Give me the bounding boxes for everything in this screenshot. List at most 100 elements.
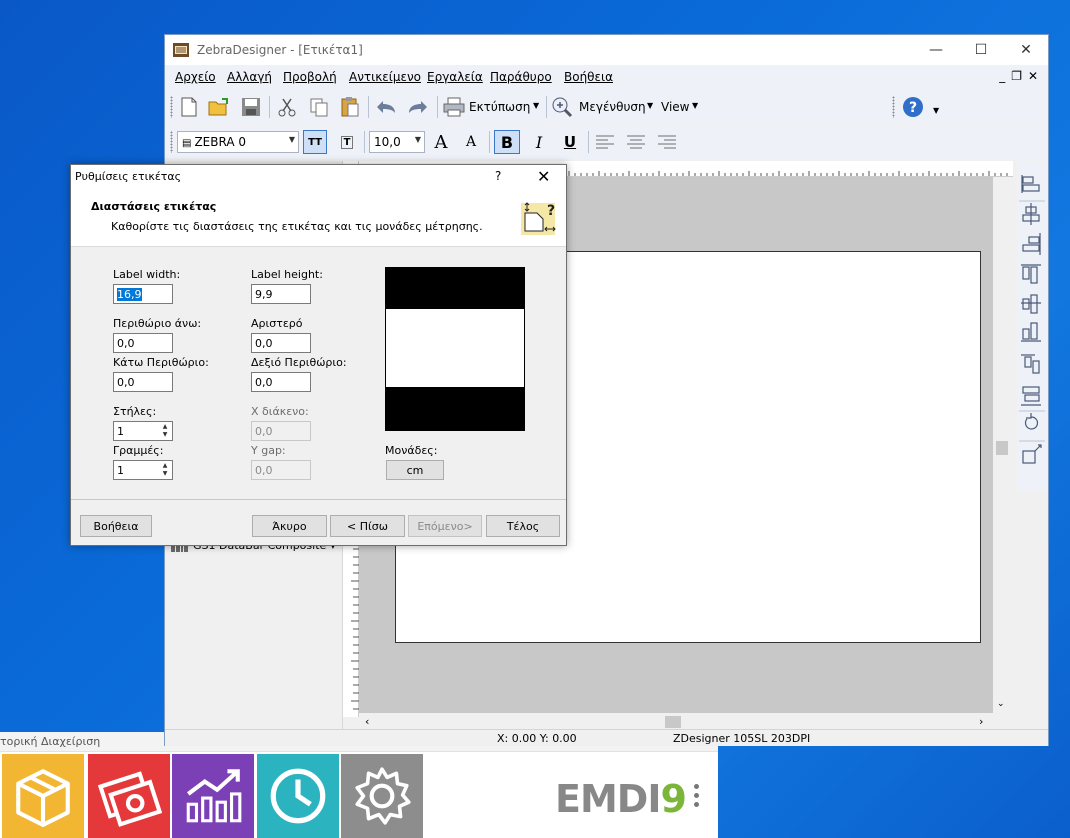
- brand-logo: EMDI9: [555, 777, 687, 821]
- help-icon[interactable]: ?: [901, 95, 925, 119]
- dialog-footer-separator: [71, 499, 566, 500]
- align-center-icon[interactable]: [624, 130, 648, 154]
- dialog-header: Διαστάσεις ετικέτας Καθορίστε τις διαστά…: [71, 189, 566, 247]
- minimize-button[interactable]: —: [913, 35, 959, 65]
- back-button[interactable]: < Πίσω: [330, 515, 405, 537]
- label-height-label: Label height:: [251, 268, 323, 281]
- scroll-down-icon[interactable]: ⌄: [997, 699, 1005, 709]
- cancel-button[interactable]: Άκυρο: [252, 515, 327, 537]
- help-button[interactable]: Βοήθεια: [80, 515, 152, 537]
- close-button[interactable]: ✕: [1003, 35, 1049, 65]
- label-preview-area: [386, 309, 524, 387]
- menu-view[interactable]: Προβολή: [283, 70, 337, 84]
- svg-text:?: ?: [909, 100, 917, 116]
- units-button[interactable]: cm: [386, 460, 444, 480]
- copy-icon[interactable]: [307, 95, 331, 119]
- right-margin-field[interactable]: 0,0: [251, 372, 311, 392]
- bar-chart-icon: [186, 769, 242, 823]
- y-gap-field: 0,0: [251, 460, 311, 480]
- finish-button[interactable]: Τέλος: [486, 515, 560, 537]
- print-icon[interactable]: [442, 95, 466, 119]
- menu-window[interactable]: Παράθυρο: [490, 70, 552, 84]
- open-icon[interactable]: [207, 95, 231, 119]
- align-toolbar: [1017, 161, 1047, 491]
- label-width-field[interactable]: 16,9: [113, 284, 173, 304]
- truetype-font-toggle[interactable]: T: [335, 130, 359, 154]
- cut-icon[interactable]: [275, 95, 299, 119]
- menu-edit[interactable]: Αλλαγή: [227, 70, 272, 84]
- bold-button[interactable]: B: [494, 130, 520, 154]
- menu-object[interactable]: Αντικείμενο: [349, 70, 421, 84]
- menu-tools[interactable]: Εργαλεία: [427, 70, 483, 84]
- chevron-down-icon: ▼: [288, 135, 295, 144]
- label-width-label: Label width:: [113, 268, 181, 281]
- bottom-margin-field[interactable]: 0,0: [113, 372, 173, 392]
- maximize-button[interactable]: ☐: [958, 35, 1004, 65]
- dialog-subheading: Καθορίστε τις διαστάσεις της ετικέτας κα…: [111, 220, 483, 233]
- menu-help[interactable]: Βοήθεια: [564, 70, 613, 84]
- window-title: ZebraDesigner - [Ετικέτα1]: [197, 43, 363, 57]
- printer-font-toggle[interactable]: TT: [303, 130, 327, 154]
- new-icon[interactable]: [177, 95, 201, 119]
- tile-products[interactable]: [2, 754, 84, 838]
- right-margin-label: Δεξιό Περιθώριο:: [251, 356, 347, 369]
- grow-font-icon[interactable]: A: [429, 130, 453, 154]
- format-toolbar-grip: [170, 131, 173, 153]
- tile-reports[interactable]: [172, 754, 254, 838]
- view-dropdown-icon[interactable]: ▼: [692, 101, 698, 110]
- print-dropdown-icon[interactable]: ▼: [533, 101, 539, 110]
- standard-toolbar: Εκτύπωση ▼ Μεγένθυση ▼ View ▼ ? ▼: [165, 90, 1048, 124]
- top-margin-field[interactable]: 0,0: [113, 333, 173, 353]
- zoom-dropdown-icon[interactable]: ▼: [647, 101, 653, 110]
- chevron-down-icon: ▼: [414, 135, 421, 144]
- toolbar-overflow-icon[interactable]: ▼: [933, 106, 939, 115]
- toolbar-grip-2: [892, 96, 895, 118]
- dialog-close-icon[interactable]: ✕: [537, 167, 550, 186]
- mdi-controls[interactable]: _❐✕: [999, 69, 1044, 83]
- save-icon[interactable]: [239, 95, 263, 119]
- more-menu-icon[interactable]: [690, 782, 702, 812]
- dialog-title: Ρυθμίσεις ετικέτας: [71, 165, 566, 189]
- tile-history[interactable]: [257, 754, 339, 838]
- printer-font-icon: ▤: [182, 138, 192, 149]
- font-size-select[interactable]: 10,0 ▼: [369, 131, 425, 153]
- menu-file[interactable]: Αρχείο: [175, 70, 216, 84]
- menu-bar: Αρχείο Αλλαγή Προβολή Αντικείμενο Εργαλε…: [165, 65, 1048, 89]
- columns-stepper[interactable]: 1 ▲ ▼: [113, 421, 173, 441]
- font-name-select[interactable]: ▤ ZEBRA 0 ▼: [177, 131, 299, 153]
- underline-button[interactable]: U: [557, 130, 583, 154]
- italic-button[interactable]: I: [526, 130, 552, 154]
- view-button-label[interactable]: View: [661, 100, 689, 114]
- label-preview: [385, 267, 525, 431]
- zoom-button-label[interactable]: Μεγένθυση: [579, 100, 646, 114]
- scroll-thumb[interactable]: [665, 716, 681, 728]
- x-gap-field: 0,0: [251, 421, 311, 441]
- left-margin-label: Αριστερό: [251, 317, 303, 330]
- vertical-scrollbar[interactable]: ⌄: [993, 177, 1011, 715]
- print-button-label[interactable]: Εκτύπωση: [469, 100, 530, 114]
- gear-icon: [355, 767, 411, 825]
- label-dimensions-icon: ?: [521, 202, 556, 235]
- undo-icon[interactable]: [373, 95, 399, 119]
- top-margin-label: Περιθώριο άνω:: [113, 317, 202, 330]
- left-margin-field[interactable]: 0,0: [251, 333, 311, 353]
- svg-text:?: ?: [547, 203, 555, 219]
- shrink-font-icon[interactable]: A: [459, 130, 483, 154]
- align-left-icon[interactable]: [593, 130, 617, 154]
- align-right-icon[interactable]: [655, 130, 679, 154]
- scroll-thumb[interactable]: [996, 441, 1008, 455]
- dialog-help-icon[interactable]: ?: [495, 169, 501, 183]
- scroll-right-icon[interactable]: ›: [979, 715, 983, 728]
- label-height-field[interactable]: 9,9: [251, 284, 311, 304]
- spin-arrows-icon[interactable]: ▲ ▼: [159, 462, 171, 478]
- tile-settings[interactable]: [341, 754, 423, 838]
- next-button: Επόμενο>: [408, 515, 482, 537]
- scroll-left-icon[interactable]: ‹: [365, 715, 369, 728]
- tile-finance[interactable]: [88, 754, 170, 838]
- rows-stepper[interactable]: 1 ▲ ▼: [113, 460, 173, 480]
- spin-arrows-icon[interactable]: ▲ ▼: [159, 423, 171, 439]
- paste-icon[interactable]: [338, 95, 362, 119]
- redo-icon[interactable]: [405, 95, 431, 119]
- dialog-heading: Διαστάσεις ετικέτας: [91, 200, 217, 213]
- zoom-icon[interactable]: [550, 95, 574, 119]
